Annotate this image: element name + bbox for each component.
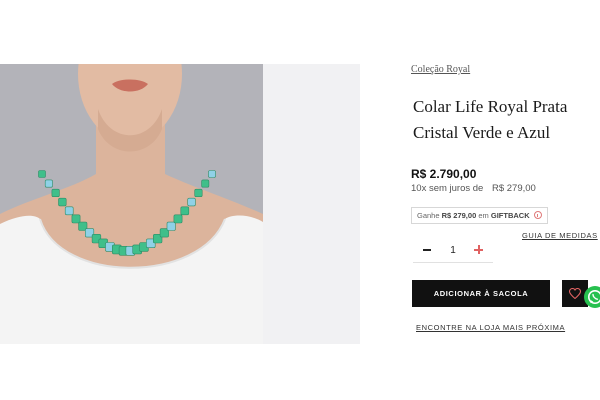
- necklace-gem: [44, 179, 53, 188]
- product-image[interactable]: [0, 64, 360, 344]
- necklace-gem: [71, 214, 81, 224]
- find-store-link[interactable]: ENCONTRE NA LOJA MAIS PRÓXIMA: [416, 323, 565, 332]
- collection-link[interactable]: Coleção Royal: [411, 64, 470, 75]
- necklace-gem: [38, 170, 46, 178]
- heart-icon: [569, 288, 581, 299]
- installments-info: 10x sem juros de R$ 279,00: [411, 183, 536, 194]
- necklace-gem: [208, 170, 216, 178]
- necklace-gem: [166, 221, 176, 231]
- necklace-gem: [180, 206, 190, 216]
- product-title-line-1: Colar Life Royal Prata: [413, 97, 568, 116]
- info-icon[interactable]: [533, 211, 542, 219]
- giftback-badge: Ganhe R$ 279,00 em GIFTBACK: [411, 207, 548, 224]
- necklace-gem: [51, 188, 60, 197]
- installments-value: R$ 279,00: [491, 183, 536, 194]
- necklace-gem: [187, 197, 196, 207]
- product-title: Colar Life Royal Prata Cristal Verde e A…: [413, 94, 593, 146]
- model-illustration: [0, 64, 263, 344]
- product-title-line-2: Cristal Verde e Azul: [413, 123, 551, 142]
- product-price: R$ 2.790,00: [411, 167, 477, 181]
- plus-icon[interactable]: [474, 245, 483, 254]
- necklace-gem: [201, 179, 210, 188]
- necklace-gem: [58, 197, 67, 207]
- giftback-label: GIFTBACK: [490, 211, 530, 220]
- necklace-gem: [173, 214, 183, 224]
- quantity-stepper: 1: [413, 240, 493, 263]
- necklace-gem: [194, 188, 203, 197]
- add-to-bag-button[interactable]: ADICIONAR À SACOLA: [412, 280, 550, 307]
- installments-label: 10x sem juros de: [411, 183, 484, 194]
- giftback-prefix: Ganhe: [417, 211, 440, 220]
- size-guide-link[interactable]: GUIA DE MEDIDAS: [522, 231, 598, 240]
- whatsapp-button[interactable]: [584, 286, 600, 308]
- whatsapp-icon: [588, 290, 600, 304]
- necklace-gem: [64, 206, 74, 216]
- giftback-middle: em: [478, 211, 489, 220]
- giftback-amount: R$ 279,00: [441, 211, 477, 220]
